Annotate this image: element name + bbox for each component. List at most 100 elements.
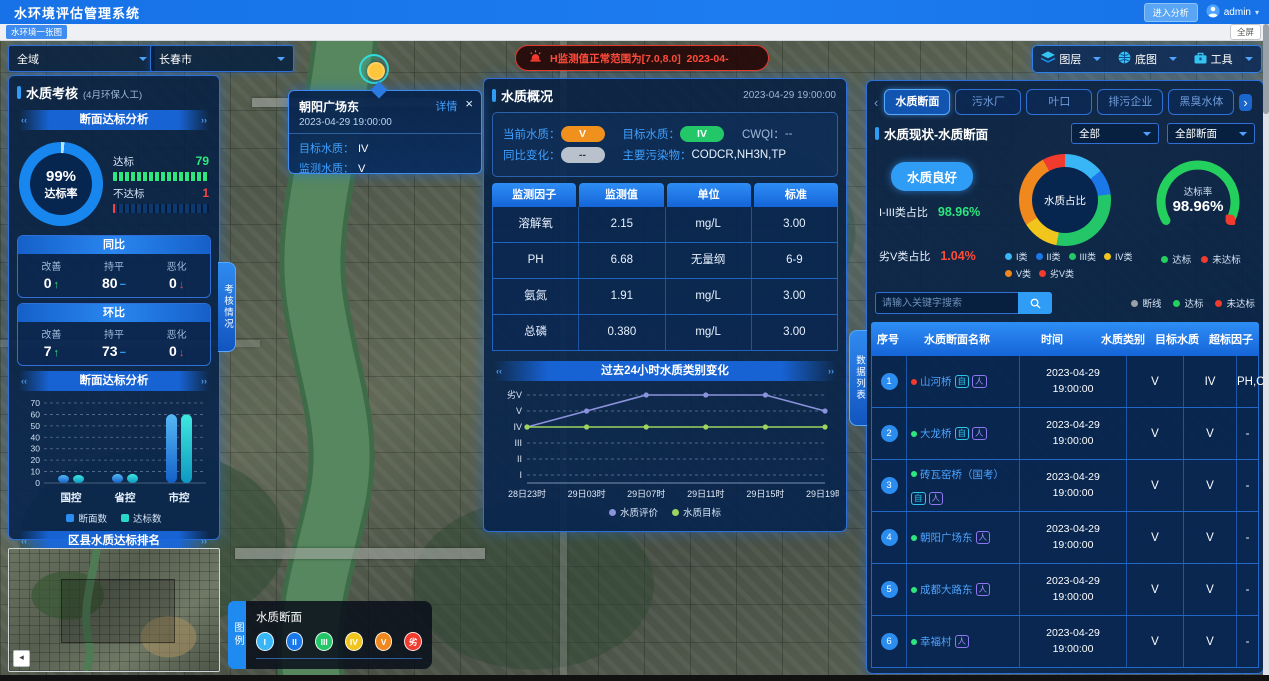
- breadcrumb-tab[interactable]: 水环境一张图: [6, 25, 67, 39]
- minimap-viewport[interactable]: [61, 579, 175, 643]
- manual-badge: 人: [972, 427, 987, 440]
- section-name-cell[interactable]: 砖瓦窑桥（国考）自人: [907, 460, 1020, 511]
- legend-label: IV类: [1115, 250, 1133, 263]
- city-select[interactable]: 长春市: [150, 45, 294, 72]
- svg-text:29日19时: 29日19时: [806, 488, 839, 499]
- current-quality-label: 当前水质：: [503, 126, 561, 142]
- legend-item: I类: [1005, 250, 1028, 263]
- alert-ticker[interactable]: H监测值正常范围为[7.0,8.0] 2023-04-: [515, 45, 769, 71]
- analysis-button[interactable]: 进入分析: [1144, 3, 1198, 22]
- pollutant-value: CODCR,NH3N,TP: [692, 149, 787, 161]
- legend-label: 未达标: [1226, 296, 1255, 310]
- page-scrollbar[interactable]: [1263, 24, 1269, 681]
- table-row[interactable]: 1山河桥自人2023-04-29 19:00:00VIVPH,CO...: [871, 356, 1259, 408]
- tool-工具[interactable]: 工具: [1194, 51, 1253, 67]
- section-name-cell[interactable]: 山河桥自人: [907, 356, 1020, 407]
- pollutant-label: 主要污染物：: [623, 147, 692, 163]
- popup-monitor-label: 监测水质：: [299, 163, 354, 175]
- fullscreen-button[interactable]: 全屏: [1230, 24, 1261, 40]
- legend-item: 达标: [1161, 252, 1191, 266]
- tool-图层[interactable]: 图层: [1041, 51, 1101, 67]
- legend-item: II类: [1036, 250, 1061, 263]
- tab-污水厂[interactable]: 污水厂: [955, 89, 1021, 115]
- table-cell: mg/L: [666, 207, 752, 242]
- search-button[interactable]: [1018, 292, 1052, 314]
- section-name-link[interactable]: 砖瓦窑桥（国考）: [920, 467, 1004, 482]
- table-row[interactable]: 4朝阳广场东人2023-04-29 19:00:00VV-: [871, 512, 1259, 564]
- target-cell: V: [1184, 616, 1237, 667]
- table-row[interactable]: 2大龙桥自人2023-04-29 19:00:00VV-: [871, 408, 1259, 460]
- table-cell: 3.00: [752, 315, 837, 350]
- target-quality-pill: IV: [680, 126, 724, 142]
- tab-水质断面[interactable]: 水质断面: [884, 89, 950, 115]
- gauge-value: 98.96%: [1143, 198, 1253, 215]
- filter-all-select[interactable]: 全部: [1071, 123, 1159, 144]
- compliance-gauge: 达标率 98.96%: [1143, 150, 1253, 250]
- region-select-value: 全域: [17, 51, 131, 67]
- table-row[interactable]: PH6.68无量纲6-9: [492, 243, 838, 279]
- popup-target-value: IV: [358, 143, 368, 155]
- column-header: 单位: [667, 183, 751, 207]
- tab-data-list-collapse[interactable]: 数据列表: [849, 330, 867, 426]
- donut-label: 水质占比: [1044, 193, 1086, 208]
- table-row[interactable]: 总磷0.380mg/L3.00: [492, 315, 838, 351]
- tab-黑臭水体[interactable]: 黑臭水体: [1168, 89, 1234, 115]
- marker-pin-icon: [367, 62, 385, 80]
- filter-section-select[interactable]: 全部断面: [1167, 123, 1255, 144]
- table-row[interactable]: 6幸福村人2023-04-29 19:00:00VV-: [871, 616, 1259, 668]
- legend-label: 达标数: [133, 511, 162, 525]
- minimap-collapse-button[interactable]: ◂: [13, 650, 30, 667]
- tab-assessment-collapse[interactable]: 考核情况: [218, 262, 236, 352]
- overview-minimap[interactable]: ◂: [8, 548, 220, 672]
- section-reach-bar-chart: 断面达标分析: [19, 371, 209, 391]
- section-name-link[interactable]: 大龙桥: [920, 426, 952, 441]
- table-row[interactable]: 氨氮1.91mg/L3.00: [492, 279, 838, 315]
- legend-toggle-tab[interactable]: 图例: [228, 601, 246, 669]
- section-name-cell[interactable]: 成都大路东人: [907, 564, 1020, 615]
- tab-排污企业[interactable]: 排污企业: [1097, 89, 1163, 115]
- table-row[interactable]: 5成都大路东人2023-04-29 19:00:00VV-: [871, 564, 1259, 616]
- row-index-cell: 1: [872, 356, 907, 407]
- section-name-cell[interactable]: 朝阳广场东人: [907, 512, 1020, 563]
- factor-cell: -: [1237, 616, 1258, 667]
- search-input[interactable]: [875, 292, 1018, 314]
- legend-item: III类: [1069, 250, 1097, 263]
- legend-title: 水质断面: [256, 609, 422, 625]
- close-icon[interactable]: ×: [465, 98, 473, 110]
- section-name-link[interactable]: 成都大路东: [920, 582, 973, 597]
- tab-叶口[interactable]: 叶口: [1026, 89, 1092, 115]
- manual-badge: 人: [972, 375, 987, 388]
- region-select[interactable]: 全域: [8, 45, 156, 72]
- row-index-cell: 2: [872, 408, 907, 459]
- compliance-rate-donut: 99% 达标率: [19, 142, 103, 226]
- legend-label: 水质目标: [683, 505, 721, 519]
- tool-底图[interactable]: 底图: [1118, 51, 1177, 67]
- popup-detail-link[interactable]: 详情: [435, 98, 457, 114]
- manual-badge: 人: [976, 531, 991, 544]
- section-name-cell[interactable]: 幸福村人: [907, 616, 1020, 667]
- svg-text:60: 60: [31, 409, 41, 419]
- svg-text:III: III: [514, 438, 522, 448]
- target-cell: IV: [1184, 356, 1237, 407]
- not-reach-value: 1: [202, 186, 209, 200]
- section-name-link[interactable]: 山河桥: [920, 374, 952, 389]
- level-cell: V: [1127, 460, 1184, 511]
- site-marker[interactable]: [359, 54, 389, 84]
- yoy-title: 同比: [18, 236, 210, 254]
- table-cell: 溶解氧: [493, 207, 579, 242]
- section-name-link[interactable]: 朝阳广场东: [920, 530, 973, 545]
- prev-tab-arrow[interactable]: ‹: [873, 95, 879, 110]
- column-header: 监测值: [579, 183, 663, 207]
- svg-text:40: 40: [31, 432, 41, 442]
- popup-monitor-value: V: [358, 163, 365, 175]
- user-menu[interactable]: admin ▾: [1206, 4, 1259, 21]
- row-index-badge: 6: [881, 633, 898, 650]
- table-row[interactable]: 溶解氧2.15mg/L3.00: [492, 207, 838, 243]
- section-name-link[interactable]: 幸福村: [920, 634, 952, 649]
- next-tab-arrow[interactable]: ›: [1239, 94, 1251, 111]
- table-row[interactable]: 3砖瓦窑桥（国考）自人2023-04-29 19:00:00VV-: [871, 460, 1259, 512]
- section-name-cell[interactable]: 大龙桥自人: [907, 408, 1020, 459]
- water-quality-overview-panel: 水质概况 2023-04-29 19:00:00 当前水质： V 目标水质： I…: [483, 78, 847, 532]
- svg-text:市控: 市控: [169, 491, 190, 504]
- compare-label: 持平: [83, 326, 146, 341]
